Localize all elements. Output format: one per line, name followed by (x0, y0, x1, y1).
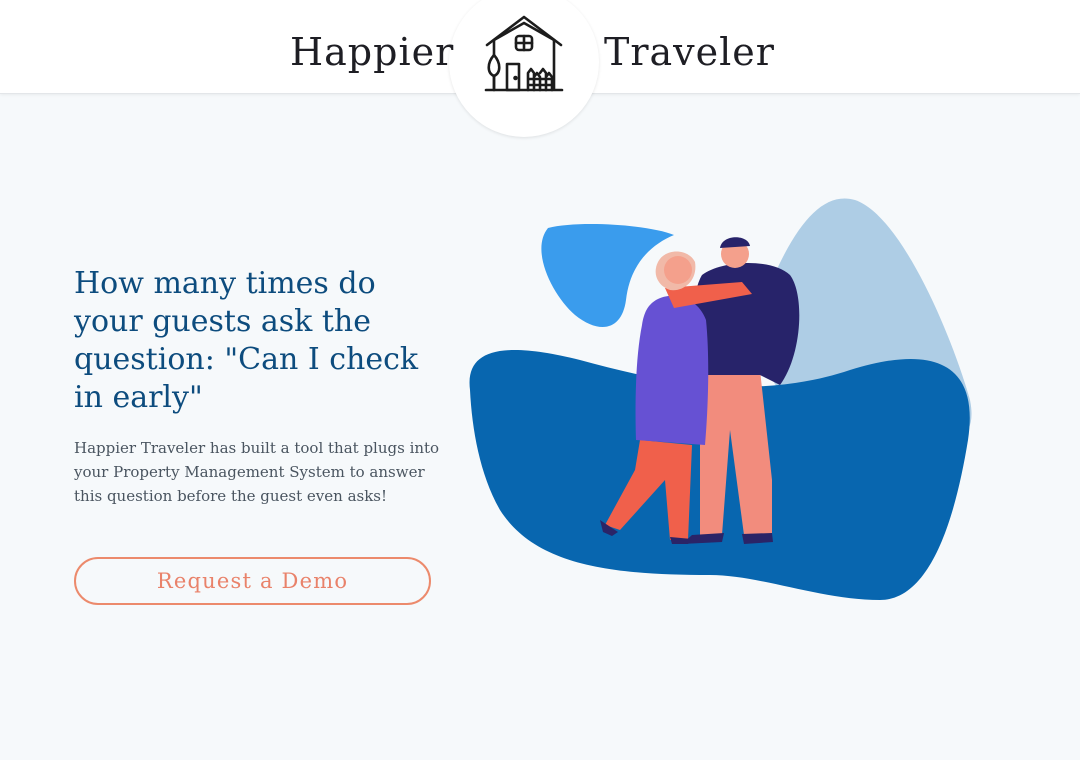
brand-name-left: Happier (290, 30, 455, 74)
house-icon (484, 15, 564, 92)
hero-description: Happier Traveler has built a tool that p… (74, 439, 440, 505)
request-demo-button[interactable]: Request a Demo (74, 557, 431, 605)
woman-head (664, 256, 692, 284)
man-torso (693, 262, 800, 385)
woman-dress (635, 295, 709, 445)
hero-headline: How many times do your guests ask the qu… (74, 266, 419, 415)
couple-illustration (469, 198, 972, 600)
brand-name-right: Traveler (604, 30, 775, 74)
